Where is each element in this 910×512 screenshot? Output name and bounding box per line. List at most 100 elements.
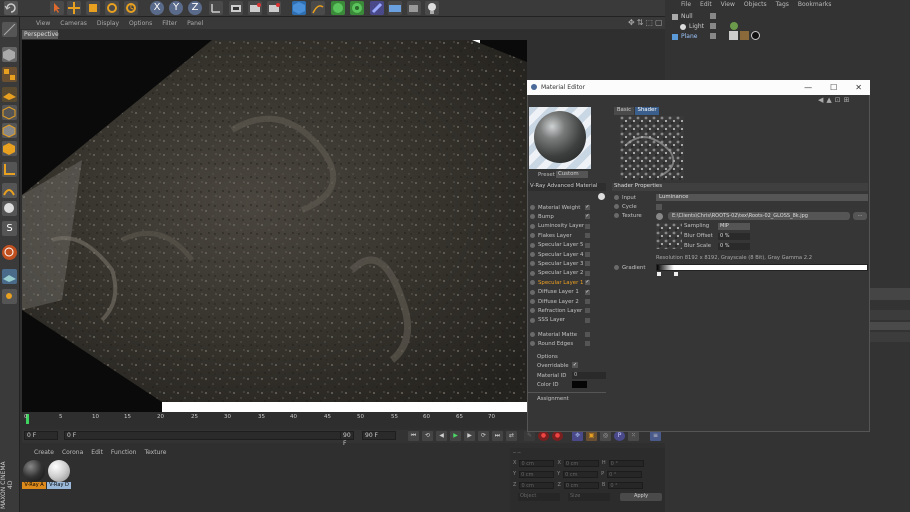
menu-view[interactable]: View xyxy=(721,1,735,8)
size-y-field[interactable]: 0 cm xyxy=(563,471,599,478)
menu-objects[interactable]: Objects xyxy=(744,1,767,8)
scale-tool-icon[interactable] xyxy=(86,1,100,15)
position-z-field[interactable]: 0 cm xyxy=(519,482,555,489)
select-tool-icon[interactable] xyxy=(50,1,64,15)
menu-tags[interactable]: Tags xyxy=(776,1,789,8)
viewport-solo-icon[interactable] xyxy=(2,201,17,216)
blur-scale-field[interactable]: 0 % xyxy=(718,243,750,250)
y-axis-icon[interactable]: Y xyxy=(169,1,183,15)
start-frame-field[interactable]: 0 F xyxy=(24,431,58,440)
size-mode-dropdown[interactable]: Size xyxy=(568,493,610,501)
move-tool-icon[interactable] xyxy=(67,1,81,15)
channel-specular-layer-5[interactable]: Specular Layer 5 xyxy=(530,241,592,250)
enable-axis-icon[interactable] xyxy=(2,162,17,177)
input-dropdown[interactable]: Luminance xyxy=(656,194,868,201)
gradient-bar[interactable] xyxy=(656,264,868,271)
texture-tag-icon[interactable] xyxy=(740,31,749,40)
assignment-label[interactable]: Assignment xyxy=(537,396,569,402)
size-x-field[interactable]: 0 cm xyxy=(563,460,599,467)
floor-icon[interactable] xyxy=(388,1,402,15)
autokey-icon[interactable]: ● xyxy=(552,431,563,441)
material-label[interactable]: V-Ray D xyxy=(47,482,71,489)
menu-bookmarks[interactable]: Bookmarks xyxy=(798,1,832,8)
timeline-ruler[interactable]: 0 5 10 15 20 25 30 35 40 45 50 55 60 65 … xyxy=(22,412,527,428)
menu-function[interactable]: Function xyxy=(111,449,137,456)
viewport-nav-icons[interactable]: ✥⇅⬚▢ xyxy=(628,18,665,27)
visibility-toggle-icon[interactable] xyxy=(710,33,716,39)
channel-diffuse-layer-2[interactable]: Diffuse Layer 2 xyxy=(530,297,592,306)
next-key-icon[interactable]: ⟳ xyxy=(478,431,489,441)
channel-checkbox[interactable] xyxy=(585,341,590,347)
channel-checkbox[interactable] xyxy=(585,223,590,229)
channel-flakes-layer[interactable]: Flakes Layer xyxy=(530,231,592,240)
viewport[interactable] xyxy=(22,40,527,412)
light-tag-icon[interactable] xyxy=(730,22,738,30)
preview-range-end[interactable]: 90 F xyxy=(340,431,354,447)
edges-mode-icon[interactable] xyxy=(2,123,17,138)
object-name[interactable]: Light xyxy=(689,23,704,30)
channel-checkbox[interactable]: ✓ xyxy=(585,289,590,295)
key-rotation-icon[interactable]: ◎ xyxy=(600,431,611,441)
menu-file[interactable]: File xyxy=(681,1,691,8)
material-editor-titlebar[interactable]: Material Editor — ☐ ✕ xyxy=(527,80,870,95)
channel-checkbox[interactable] xyxy=(585,308,590,314)
viewport-menu-filter[interactable]: Filter xyxy=(162,20,177,27)
gradient-knot[interactable] xyxy=(657,272,661,276)
size-z-field[interactable]: 0 cm xyxy=(563,482,599,489)
viewport-menu-display[interactable]: Display xyxy=(97,20,119,27)
texture-mode-icon[interactable] xyxy=(2,67,17,82)
channel-sss-layer[interactable]: SSS Layer xyxy=(530,316,592,325)
render-view-icon[interactable] xyxy=(229,1,243,15)
preview-range-slider[interactable]: 0 F xyxy=(64,431,354,440)
material-id-field[interactable]: 0 xyxy=(572,372,606,379)
editor-nav-icons[interactable]: ◀▲⊡⊞ xyxy=(818,96,853,104)
texture-tag-icon[interactable] xyxy=(729,31,738,40)
options-label[interactable]: Options xyxy=(537,354,558,360)
channel-material-matte[interactable]: Material Matte xyxy=(530,330,592,339)
texture-path-field[interactable]: E:\Clients\Chris\ROOTS-02\tex\Roots-02_G… xyxy=(668,212,850,220)
channel-checkbox[interactable] xyxy=(585,270,590,276)
loop-icon[interactable]: ⇄ xyxy=(506,431,517,441)
channel-checkbox[interactable]: ✓ xyxy=(585,205,590,210)
tab-basic[interactable]: Basic xyxy=(614,107,634,115)
material-tag-icon[interactable] xyxy=(751,31,760,40)
texture-options-icon[interactable] xyxy=(656,213,663,220)
animate-dot-icon[interactable] xyxy=(614,204,619,209)
cube-icon[interactable] xyxy=(292,1,306,15)
channel-checkbox[interactable] xyxy=(585,233,590,239)
menu-texture[interactable]: Texture xyxy=(144,449,166,456)
snap-icon[interactable]: S xyxy=(2,221,17,236)
key-parameter-icon[interactable]: P xyxy=(614,431,625,441)
go-to-start-icon[interactable]: ⏮ xyxy=(408,431,419,441)
maximize-icon[interactable]: ☐ xyxy=(830,83,837,92)
coord-mode-dropdown[interactable]: Object xyxy=(518,493,560,501)
channel-specular-layer-2[interactable]: Specular Layer 2 xyxy=(530,269,592,278)
position-y-field[interactable]: 0 cm xyxy=(519,471,555,478)
preset-dropdown[interactable]: Custom xyxy=(556,171,588,178)
x-axis-icon[interactable]: X xyxy=(150,1,164,15)
record-keys-icon[interactable]: ✎ xyxy=(524,431,535,441)
previous-key-icon[interactable]: ⟲ xyxy=(422,431,433,441)
object-row-null[interactable]: Null xyxy=(672,12,693,21)
cloner-icon[interactable] xyxy=(350,1,364,15)
model-mode-icon[interactable] xyxy=(2,47,17,62)
z-axis-icon[interactable]: Z xyxy=(188,1,202,15)
undo-icon[interactable] xyxy=(4,1,18,15)
cycle-checkbox[interactable] xyxy=(656,204,662,210)
deformer-icon[interactable] xyxy=(370,1,384,15)
timeline-window-icon[interactable]: ≡ xyxy=(650,431,661,441)
channel-checkbox[interactable]: ✓ xyxy=(585,214,590,220)
channel-specular-layer-3[interactable]: Specular Layer 3 xyxy=(530,259,592,268)
channel-bump[interactable]: Bump xyxy=(530,212,592,221)
object-row-light[interactable]: Light xyxy=(680,22,704,31)
channel-checkbox[interactable] xyxy=(585,299,590,304)
light-icon[interactable] xyxy=(425,1,439,15)
menu-create[interactable]: Create xyxy=(34,449,54,456)
go-to-end-icon[interactable]: ⏭ xyxy=(492,431,503,441)
material-label[interactable]: V-Ray A xyxy=(22,482,46,489)
animate-dot-icon[interactable] xyxy=(614,213,619,218)
channel-checkbox[interactable] xyxy=(585,242,590,248)
key-position-icon[interactable]: ✥ xyxy=(572,431,583,441)
animate-dot-icon[interactable] xyxy=(614,265,619,270)
channel-luminosity-layer[interactable]: Luminosity Layer xyxy=(530,222,592,231)
